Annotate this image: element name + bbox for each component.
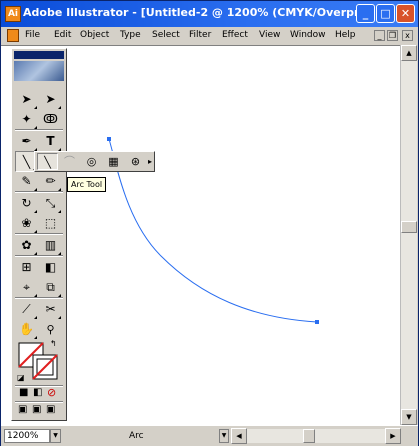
slice-tool-icon[interactable]: ⟋ <box>15 299 38 320</box>
graph-tool-icon[interactable]: ▥ <box>39 235 62 256</box>
line-tools-flyout: ╲ ⌒ ◎ ▦ ⊛ ▸ <box>34 151 155 172</box>
rotate-tool-icon[interactable]: ↻ <box>15 193 38 214</box>
menu-bar: File Edit Object Type Select Filter Effe… <box>1 27 418 45</box>
illustrator-icon[interactable]: Ai <box>5 6 21 22</box>
full-screen-menu-mode-icon[interactable]: ▣ <box>32 404 41 415</box>
menu-edit[interactable]: Edit <box>54 30 71 40</box>
vertical-scroll-thumb[interactable] <box>401 221 417 233</box>
window-title: Adobe Illustrator - [Untitled-2 @ 1200% … <box>23 6 376 19</box>
vertical-scrollbar[interactable]: ▲ ▼ <box>400 45 417 425</box>
line-segment-tool-icon[interactable]: ╲ <box>37 153 58 170</box>
scroll-down-button[interactable]: ▼ <box>401 409 417 425</box>
menu-object[interactable]: Object <box>80 30 109 40</box>
gradient-mode-icon[interactable]: ◧ <box>33 387 42 398</box>
selection-tool-icon[interactable]: ➤ <box>15 89 38 110</box>
none-mode-icon[interactable]: ⊘ <box>47 386 56 399</box>
pen-tool-icon[interactable]: ✒ <box>15 131 38 152</box>
direct-selection-tool-icon[interactable]: ➤ <box>39 89 62 110</box>
zoom-level-field[interactable]: 1200% <box>4 429 50 443</box>
eyedropper-tool-icon[interactable]: ⌖ <box>15 277 38 298</box>
arc-tool-icon[interactable]: ⌒ <box>59 153 80 170</box>
lasso-tool-icon[interactable]: ↂ <box>39 109 62 130</box>
spiral-tool-icon[interactable]: ◎ <box>81 153 102 170</box>
menu-effect[interactable]: Effect <box>222 30 248 40</box>
hand-tool-icon[interactable]: ✋ <box>15 319 38 340</box>
scroll-left-button[interactable]: ◀ <box>231 428 247 444</box>
tearoff-icon[interactable]: ▸ <box>146 153 154 170</box>
scroll-right-button[interactable]: ▶ <box>385 428 401 444</box>
warp-tool-icon[interactable]: ❀ <box>15 213 38 234</box>
menu-file[interactable]: File <box>25 30 40 40</box>
menu-type[interactable]: Type <box>120 30 141 40</box>
zoom-tool-icon[interactable]: ⚲ <box>39 319 62 340</box>
title-bar[interactable]: Ai Adobe Illustrator - [Untitled-2 @ 120… <box>1 1 418 27</box>
full-screen-mode-icon[interactable]: ▣ <box>46 404 55 415</box>
menu-help[interactable]: Help <box>335 30 356 40</box>
status-current-tool: Arc <box>129 431 144 441</box>
horizontal-scroll-thumb[interactable] <box>303 429 315 443</box>
close-button[interactable]: ✕ <box>396 4 415 23</box>
pencil-tool-icon[interactable]: ✏ <box>39 171 62 192</box>
menu-window[interactable]: Window <box>290 30 326 40</box>
polar-grid-tool-icon[interactable]: ⊛ <box>125 153 146 170</box>
scale-tool-icon[interactable]: ⤡ <box>39 193 62 214</box>
free-transform-tool-icon[interactable]: ⬚ <box>39 213 62 234</box>
toolbox-divider <box>15 401 63 403</box>
document-icon[interactable] <box>7 29 19 42</box>
status-dropdown-button[interactable]: ▼ <box>219 429 229 443</box>
doc-close-button[interactable]: x <box>402 30 413 41</box>
zoom-dropdown-button[interactable]: ▼ <box>50 429 61 443</box>
default-colors-icon[interactable]: ◪ <box>17 373 25 382</box>
toolbox-panel: ➤ ➤ ✦ ↂ ✒ T ╲ ▭ ✎ ✏ ↻ ⤡ ❀ ⬚ ✿ ▥ ⊞ ◧ ⌖ ⧉ … <box>11 48 67 421</box>
type-tool-icon[interactable]: T <box>39 131 62 152</box>
swap-fill-stroke-icon[interactable]: ↰ <box>50 339 57 348</box>
minimize-button[interactable]: _ <box>356 4 375 23</box>
horizontal-scrollbar[interactable]: ◀ ▶ <box>231 428 401 444</box>
doc-restore-button[interactable]: ❐ <box>387 30 398 41</box>
toolbox-drag-bar[interactable] <box>14 51 64 59</box>
gradient-tool-icon[interactable]: ◧ <box>39 257 62 278</box>
status-bar: 1200% ▼ Arc ▼ ◀ ▶ <box>1 425 418 446</box>
toolbox-banner-image <box>14 61 64 81</box>
scroll-up-button[interactable]: ▲ <box>401 45 417 61</box>
maximize-button[interactable]: □ <box>376 4 395 23</box>
magic-wand-tool-icon[interactable]: ✦ <box>15 109 38 130</box>
blend-tool-icon[interactable]: ⧉ <box>39 277 62 298</box>
rectangular-grid-tool-icon[interactable]: ▦ <box>103 153 124 170</box>
mesh-tool-icon[interactable]: ⊞ <box>15 257 38 278</box>
symbol-sprayer-tool-icon[interactable]: ✿ <box>15 235 38 256</box>
menu-filter[interactable]: Filter <box>189 30 211 40</box>
menu-view[interactable]: View <box>259 30 280 40</box>
anchor-point[interactable] <box>315 320 319 324</box>
paintbrush-tool-icon[interactable]: ✎ <box>15 171 38 192</box>
app-window: Ai Adobe Illustrator - [Untitled-2 @ 120… <box>0 0 419 446</box>
tool-tooltip: Arc Tool <box>67 177 107 192</box>
scissors-tool-icon[interactable]: ✂ <box>39 299 62 320</box>
anchor-point[interactable] <box>107 137 111 141</box>
standard-screen-mode-icon[interactable]: ▣ <box>18 404 27 415</box>
doc-minimize-button[interactable]: _ <box>374 30 385 41</box>
color-mode-icon[interactable]: ■ <box>19 387 28 398</box>
menu-select[interactable]: Select <box>152 30 180 40</box>
